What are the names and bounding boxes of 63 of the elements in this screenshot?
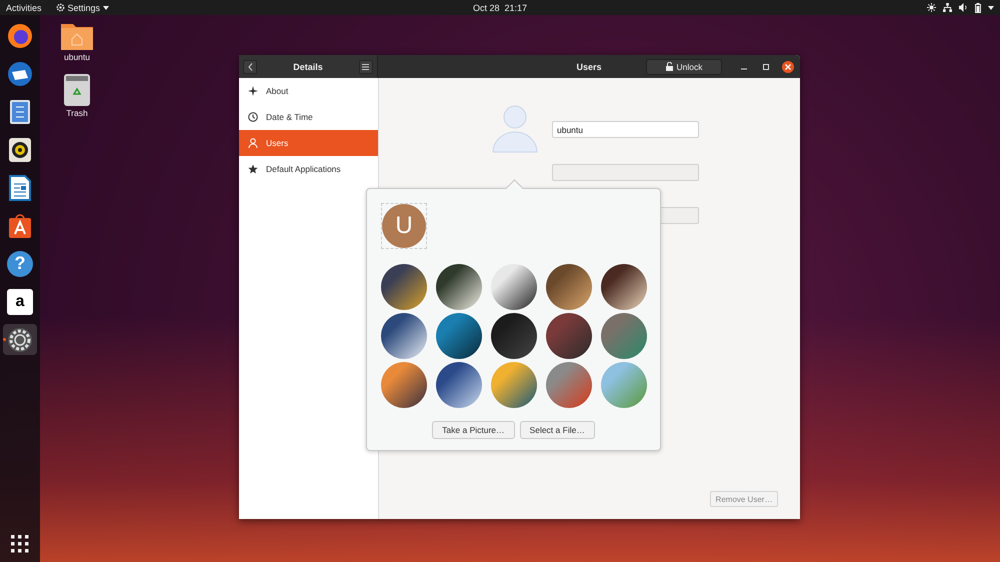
chevron-left-icon [248, 62, 252, 70]
avatar-photo-placeholder[interactable] [381, 362, 427, 408]
input-field[interactable]: ubuntu [552, 121, 699, 138]
input-field[interactable] [552, 164, 699, 181]
unlock-button[interactable]: Unlock [646, 58, 722, 74]
avatar-photo-placeholder[interactable] [546, 313, 592, 359]
sidebar-item-label: About [266, 86, 288, 96]
sidebar-item[interactable]: Default Applications [239, 156, 378, 182]
window-title: Users [576, 62, 602, 72]
caret-icon [103, 6, 110, 10]
speaker-icon [8, 136, 32, 162]
avatar-action-button[interactable]: Select a File… [520, 421, 595, 439]
sidebar-item[interactable]: Date & Time [239, 104, 378, 130]
sidebar-item[interactable]: About [239, 78, 378, 104]
app-menu-label: Settings [68, 2, 100, 12]
avatar-photo-placeholder[interactable] [436, 362, 482, 408]
mail-icon [7, 60, 33, 86]
close-button[interactable] [782, 60, 794, 72]
avatar-photo-placeholder[interactable] [436, 264, 482, 310]
star-icon [248, 164, 258, 174]
maximize-icon [763, 64, 769, 70]
avatar-photo-placeholder[interactable] [491, 313, 537, 359]
back-button[interactable] [243, 60, 257, 74]
trash-icon [64, 74, 90, 106]
gear-icon [56, 3, 65, 12]
avatar-action-button[interactable]: Take a Picture… [432, 421, 515, 439]
menu-button[interactable] [358, 60, 373, 74]
caret-icon[interactable] [988, 6, 994, 10]
sidebar-title: Details [293, 62, 323, 72]
dock-item[interactable] [3, 324, 37, 355]
shopping-bag-icon [8, 212, 32, 238]
battery-icon[interactable] [975, 2, 982, 12]
padlock-icon [666, 62, 672, 71]
desktop-icon-label[interactable]: Trash [66, 108, 88, 118]
sidebar-item-label: Default Applications [266, 164, 341, 174]
app-menu[interactable]: Settings [56, 2, 110, 12]
menu-icon [362, 64, 370, 70]
clock[interactable]: Oct 28 21:17 [472, 2, 528, 12]
desktop-icon-label[interactable]: ubuntu [64, 52, 90, 62]
sidebar-item-label: Users [266, 138, 288, 148]
app-grid-icon[interactable] [11, 535, 29, 553]
sidebar-item-label: Date & Time [266, 112, 313, 122]
brightness-icon[interactable] [927, 3, 936, 12]
avatar-photo-placeholder[interactable] [546, 264, 592, 310]
clock-icon [248, 112, 258, 122]
activities-button[interactable]: Activities [6, 2, 42, 12]
settings-icon [7, 326, 33, 352]
browser-icon [7, 22, 33, 48]
document-icon [9, 174, 31, 200]
avatar-photo-placeholder[interactable] [381, 313, 427, 359]
avatar-photo-placeholder[interactable] [381, 264, 427, 310]
file-cabinet-icon [9, 98, 31, 124]
avatar-photo-placeholder[interactable] [601, 264, 647, 310]
network-icon[interactable] [943, 3, 952, 12]
avatar-photo-placeholder[interactable] [491, 264, 537, 310]
sparkle-icon [248, 86, 258, 96]
close-icon [785, 64, 791, 70]
home-folder-icon [61, 22, 93, 50]
current-avatar[interactable]: U [382, 204, 426, 248]
user-icon [248, 138, 258, 148]
sidebar-item[interactable]: Users [239, 130, 378, 156]
volume-icon[interactable] [959, 3, 968, 12]
avatar-photo-placeholder[interactable] [436, 313, 482, 359]
